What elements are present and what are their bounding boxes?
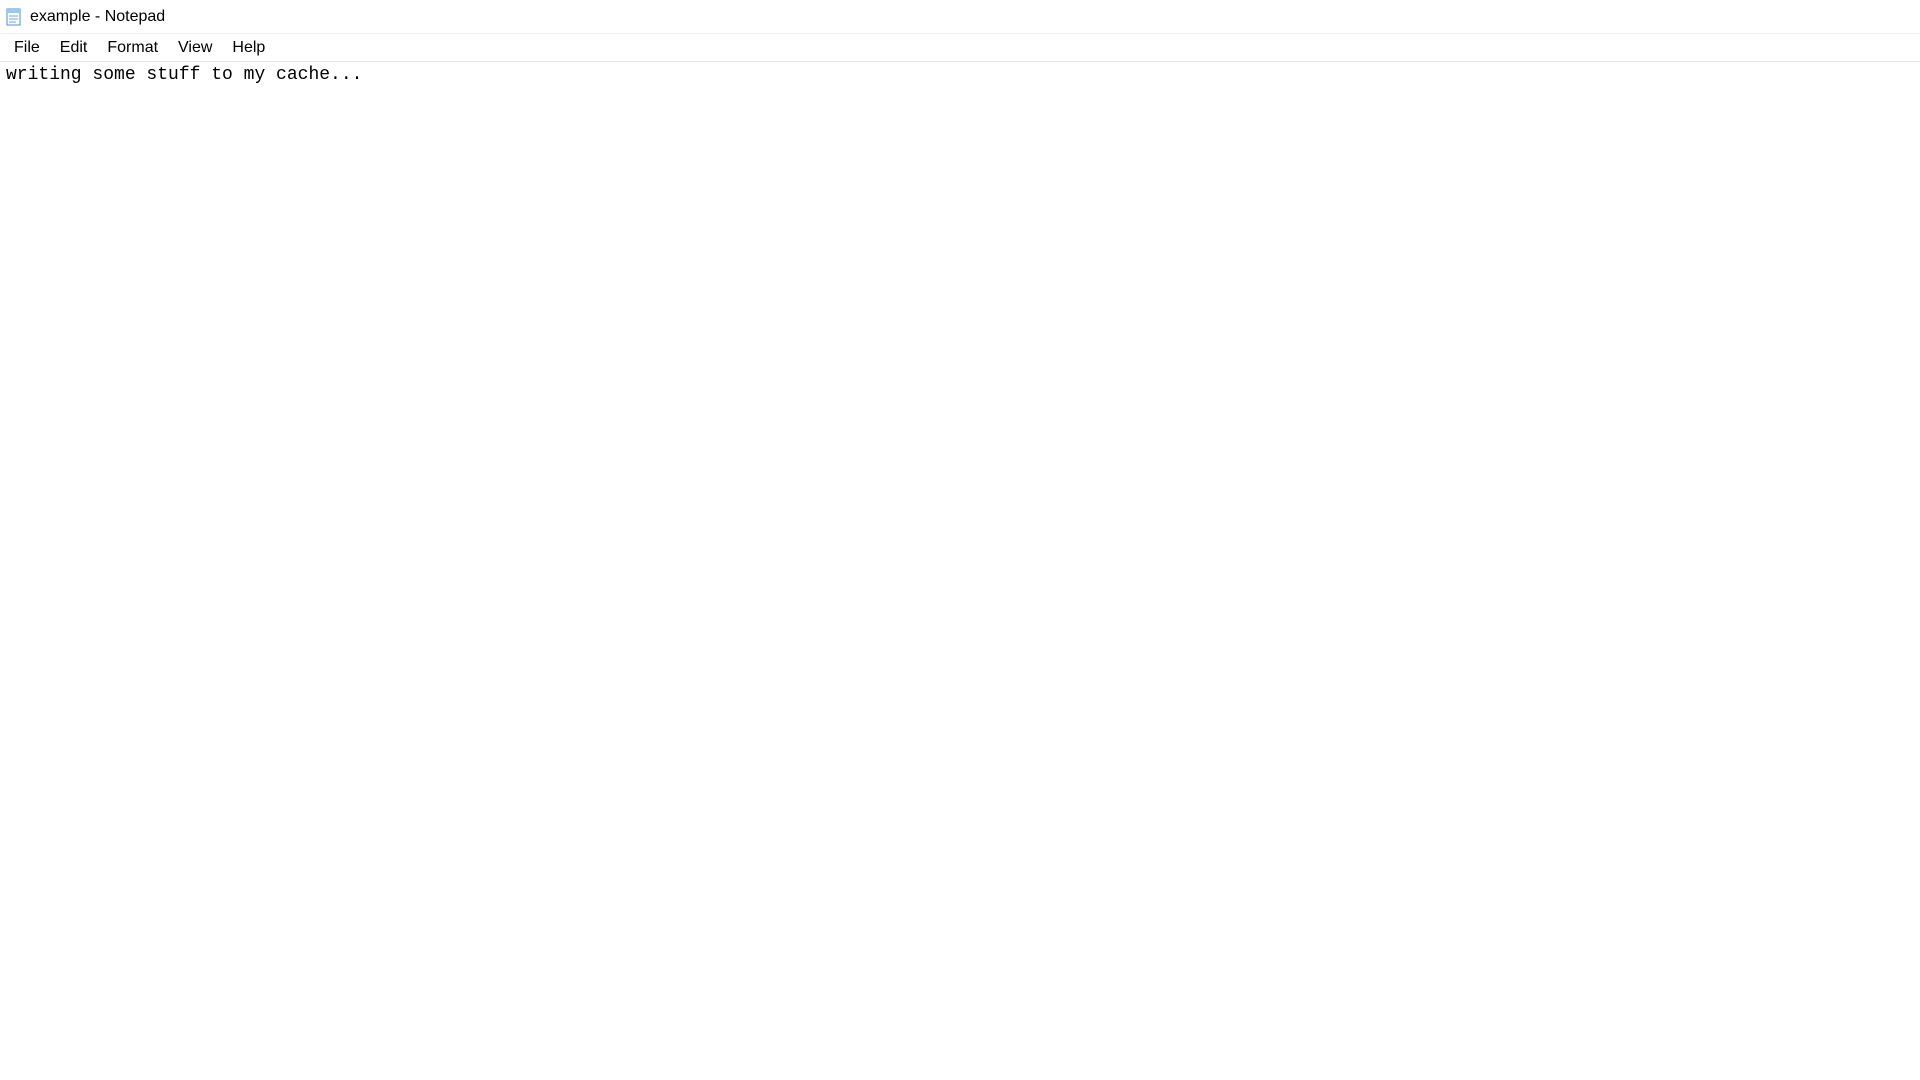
menu-file[interactable]: File <box>4 36 50 60</box>
menu-format[interactable]: Format <box>97 36 168 60</box>
window-title: example - Notepad <box>30 8 165 26</box>
menu-help[interactable]: Help <box>222 36 275 60</box>
editor-text[interactable]: writing some stuff to my cache... <box>6 64 1914 1078</box>
menubar: File Edit Format View Help <box>0 34 1920 62</box>
menu-view[interactable]: View <box>168 36 222 60</box>
notepad-icon <box>4 7 24 27</box>
menu-edit[interactable]: Edit <box>50 36 98 60</box>
titlebar: example - Notepad <box>0 0 1920 34</box>
editor-area[interactable]: writing some stuff to my cache... <box>0 62 1920 1080</box>
